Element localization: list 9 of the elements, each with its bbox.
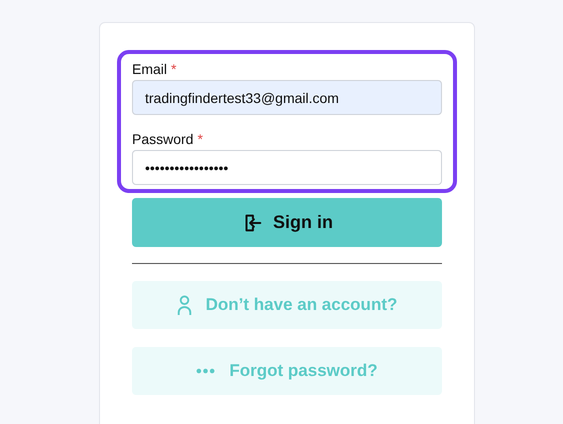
password-field[interactable]: •••••••••••••••••: [132, 150, 442, 185]
dots-icon: [196, 368, 216, 374]
sign-in-button[interactable]: Sign in: [132, 198, 442, 247]
user-icon: [176, 294, 192, 316]
email-field[interactable]: tradingfindertest33@gmail.com: [132, 80, 442, 115]
field-label: Email: [132, 61, 168, 77]
required-mark: *: [197, 131, 203, 147]
field-label: Password: [132, 131, 194, 147]
required-mark: *: [171, 61, 176, 77]
